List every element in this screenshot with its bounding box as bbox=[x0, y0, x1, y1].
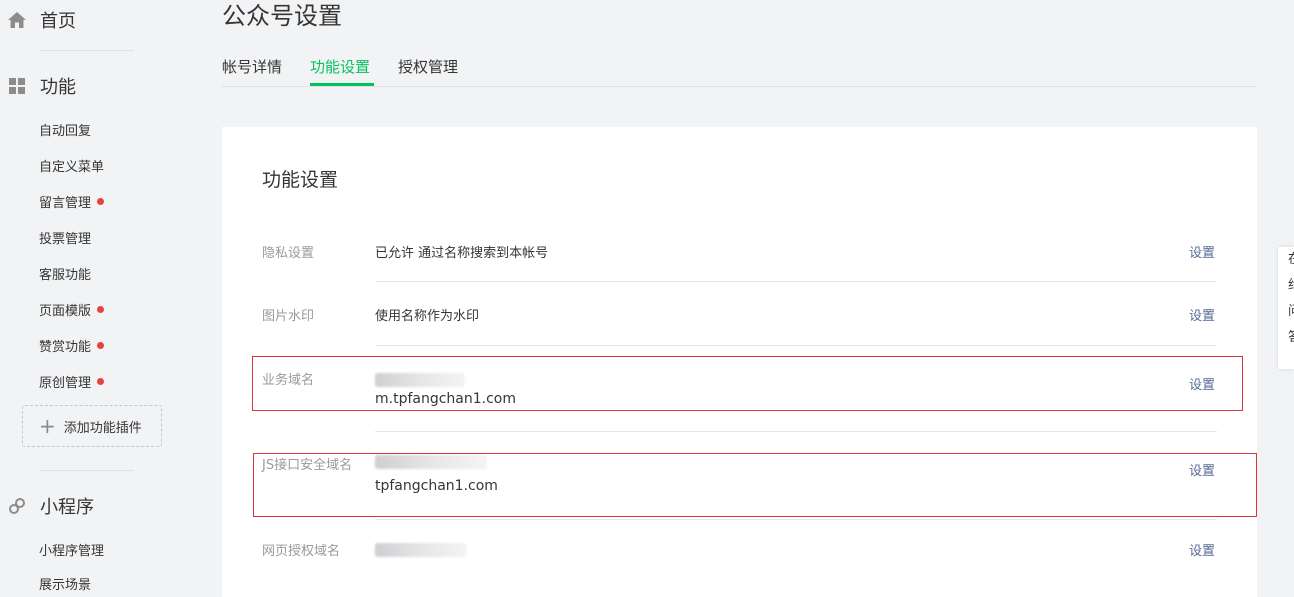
redacted-domain bbox=[375, 543, 467, 557]
row-divider bbox=[375, 281, 1217, 282]
sidebar-item-label: 自动回复 bbox=[39, 124, 92, 139]
new-badge-dot bbox=[97, 378, 105, 385]
privacy-setting-value: 已允许 通过名称搜索到本帐号 bbox=[375, 246, 549, 261]
sidebar-item-label: 原创管理 bbox=[39, 376, 92, 391]
highlight-box-business-domain bbox=[252, 356, 1243, 411]
link-icon bbox=[6, 495, 28, 517]
sidebar-item-display-scenes[interactable]: 展示场景 bbox=[39, 574, 91, 593]
sidebar-item-label: 自定义菜单 bbox=[39, 160, 105, 175]
sidebar-item-customer-service[interactable]: 客服功能 bbox=[39, 264, 91, 283]
nav-miniprogram[interactable]: 小程序 bbox=[0, 493, 94, 519]
watermark-setting-button[interactable]: 设置 bbox=[1189, 305, 1215, 324]
grid-icon bbox=[6, 75, 28, 97]
watermark-value: 使用名称作为水印 bbox=[375, 309, 480, 324]
nav-home-label: 首页 bbox=[40, 11, 76, 32]
sidebar: 首页 功能 自动回复 自定义菜单 留言管理 投票管理 客服功能 页面模版 赞赏功… bbox=[0, 0, 200, 593]
home-icon bbox=[6, 9, 28, 31]
tab-feature-settings[interactable]: 功能设置 bbox=[310, 56, 370, 77]
plus-icon: + bbox=[39, 414, 56, 438]
privacy-setting-button[interactable]: 设置 bbox=[1189, 242, 1215, 261]
web-auth-domain-label: 网页授权域名 bbox=[262, 544, 341, 559]
sidebar-item-label: 留言管理 bbox=[39, 196, 92, 211]
sidebar-item-auto-reply[interactable]: 自动回复 bbox=[39, 120, 91, 139]
sidebar-item-votes[interactable]: 投票管理 bbox=[39, 228, 91, 247]
row-divider bbox=[375, 345, 1217, 346]
nav-miniprogram-label: 小程序 bbox=[40, 497, 94, 518]
row-divider bbox=[375, 519, 1217, 520]
sidebar-item-original[interactable]: 原创管理 bbox=[39, 372, 105, 391]
new-badge-dot bbox=[97, 342, 105, 349]
add-plugin-label: 添加功能插件 bbox=[63, 420, 142, 436]
nav-features[interactable]: 功能 bbox=[0, 73, 76, 99]
page-title: 公众号设置 bbox=[222, 2, 342, 30]
sidebar-divider bbox=[39, 470, 134, 471]
help-panel-char: 问 bbox=[1288, 299, 1294, 325]
watermark-label: 图片水印 bbox=[262, 309, 315, 324]
nav-home[interactable]: 首页 bbox=[0, 7, 76, 33]
new-badge-dot bbox=[97, 306, 105, 313]
sidebar-item-label: 客服功能 bbox=[39, 268, 92, 283]
sidebar-divider bbox=[39, 50, 134, 51]
privacy-setting-label: 隐私设置 bbox=[262, 246, 315, 261]
sidebar-item-comments[interactable]: 留言管理 bbox=[39, 192, 105, 211]
sidebar-item-custom-menu[interactable]: 自定义菜单 bbox=[39, 156, 104, 175]
sidebar-item-label: 赞赏功能 bbox=[39, 340, 92, 355]
tab-authorization[interactable]: 授权管理 bbox=[398, 56, 458, 77]
add-plugin-button[interactable]: + 添加功能插件 bbox=[22, 405, 162, 447]
sidebar-item-label: 小程序管理 bbox=[39, 544, 105, 559]
highlight-box-js-domain bbox=[253, 453, 1257, 517]
sidebar-item-mini-manage[interactable]: 小程序管理 bbox=[39, 540, 104, 559]
new-badge-dot bbox=[97, 198, 105, 205]
sidebar-item-page-templates[interactable]: 页面模版 bbox=[39, 300, 105, 319]
nav-features-label: 功能 bbox=[40, 77, 76, 98]
help-panel-char: 在 bbox=[1288, 247, 1294, 273]
sidebar-item-rewards[interactable]: 赞赏功能 bbox=[39, 336, 105, 355]
card-title: 功能设置 bbox=[262, 169, 339, 191]
tab-bar: 帐号详情 功能设置 授权管理 bbox=[222, 52, 1257, 87]
active-tab-indicator bbox=[310, 83, 374, 86]
sidebar-item-label: 展示场景 bbox=[39, 578, 92, 593]
help-panel-char: 答 bbox=[1288, 325, 1294, 351]
web-auth-domain-setting-button[interactable]: 设置 bbox=[1189, 540, 1215, 559]
row-divider bbox=[375, 431, 1217, 432]
sidebar-item-label: 页面模版 bbox=[39, 304, 92, 319]
sidebar-item-label: 投票管理 bbox=[39, 232, 92, 247]
tab-account-details[interactable]: 帐号详情 bbox=[222, 56, 282, 77]
floating-help-panel[interactable]: 在 约 问 答 bbox=[1278, 247, 1294, 369]
help-panel-char: 约 bbox=[1288, 273, 1294, 299]
